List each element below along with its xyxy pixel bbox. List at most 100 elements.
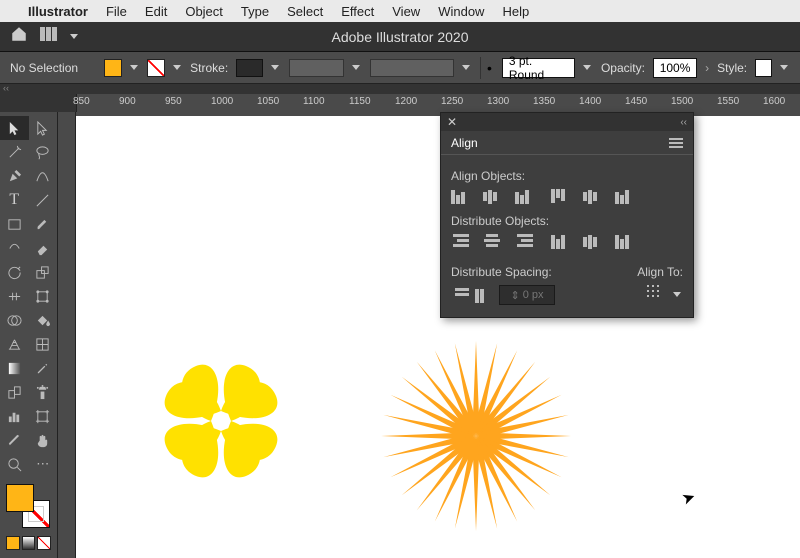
zoom-tool[interactable] [0,452,29,476]
menu-effect[interactable]: Effect [341,4,374,19]
none-mode[interactable] [37,536,51,550]
shaper-tool[interactable] [0,236,29,260]
spacing-value-field[interactable]: ⇕0 px [499,285,555,305]
free-transform-tool[interactable] [29,284,58,308]
gradient-tool[interactable] [0,356,29,380]
graphic-style-dd[interactable] [780,63,790,73]
menu-object[interactable]: Object [185,4,223,19]
align-to-icon[interactable] [647,285,667,305]
symbol-sprayer-tool[interactable] [29,380,58,404]
eyedropper-tool[interactable] [29,356,58,380]
scale-tool[interactable] [29,260,58,284]
vertical-ruler[interactable] [58,112,76,558]
fill-stroke-indicator[interactable] [0,482,57,532]
curvature-tool[interactable] [29,164,58,188]
magic-wand-tool[interactable] [0,140,29,164]
align-to-dropdown[interactable] [673,290,683,300]
menu-app[interactable]: Illustrator [28,4,88,19]
lasso-tool[interactable] [29,140,58,164]
separator [480,57,481,79]
stroke-profile-dd[interactable] [352,63,362,73]
menu-edit[interactable]: Edit [145,4,167,19]
align-objects-label: Align Objects: [451,169,683,183]
slice-tool[interactable] [0,428,29,452]
fill-indicator[interactable] [6,484,34,512]
width-tool[interactable] [0,284,29,308]
dist-bottom-icon[interactable] [515,234,533,249]
shape-builder-tool[interactable] [0,308,29,332]
hand-tool[interactable] [29,428,58,452]
menu-type[interactable]: Type [241,4,269,19]
align-top-icon[interactable] [551,189,569,204]
rectangle-tool[interactable] [0,212,29,236]
blend-tool[interactable] [0,380,29,404]
align-right-icon[interactable] [515,189,533,204]
panel-title[interactable]: Align [451,136,478,150]
opacity-more[interactable]: › [705,61,709,75]
perspective-grid-tool[interactable] [0,332,29,356]
hearts-shape[interactable] [116,316,326,526]
opacity-field[interactable]: 100% [653,58,697,78]
starburst-shape[interactable] [376,336,576,536]
align-hcenter-icon[interactable] [483,189,501,204]
selection-status: No Selection [10,61,96,75]
stroke-weight-field[interactable] [236,59,263,77]
brush-dd[interactable] [462,63,472,73]
pen-tool[interactable] [0,164,29,188]
graphic-style-swatch[interactable] [755,59,772,77]
color-mode[interactable] [6,536,20,550]
mesh-tool[interactable] [29,332,58,356]
panel-close-icon[interactable]: ✕ [447,115,457,129]
align-bottom-icon[interactable] [615,189,633,204]
stroke-weight-dd[interactable] [271,63,281,73]
tab-strip: ‹‹ [0,84,800,94]
dist-right-icon[interactable] [615,234,633,249]
live-paint-tool[interactable] [29,308,58,332]
control-bar: No Selection Stroke: • 3 pt. Round Opaci… [0,52,800,84]
menu-file[interactable]: File [106,4,127,19]
width-profile-label: 3 pt. Round [509,54,568,82]
horizontal-ruler[interactable]: 8509009501000105011001150120012501300135… [76,94,800,112]
home-icon[interactable] [10,25,28,48]
edit-toolbar[interactable]: ⋯ [29,452,58,476]
align-panel[interactable]: ✕ ‹‹ Align Align Objects: Distribute Obj… [440,112,694,318]
fill-swatch[interactable] [104,59,121,77]
menu-window[interactable]: Window [438,4,484,19]
type-tool[interactable]: T [0,188,29,212]
direct-selection-tool[interactable] [29,116,58,140]
tab-collapse-icon[interactable]: ‹‹ [3,83,9,93]
dist-hcenter-icon[interactable] [583,234,601,249]
mac-menu-bar: Illustrator File Edit Object Type Select… [0,0,800,22]
stroke-dropdown[interactable] [173,63,183,73]
selection-tool[interactable] [0,116,29,140]
menu-view[interactable]: View [392,4,420,19]
panel-collapse-icon[interactable]: ‹‹ [680,117,687,128]
eraser-tool[interactable] [29,236,58,260]
distribute-spacing-label: Distribute Spacing: [451,265,552,279]
paintbrush-tool[interactable] [29,212,58,236]
column-graph-tool[interactable] [0,404,29,428]
width-profile[interactable]: 3 pt. Round [502,58,575,78]
stroke-swatch[interactable] [147,59,164,77]
align-left-icon[interactable] [451,189,469,204]
arrange-docs-dropdown[interactable] [70,32,80,42]
dist-vcenter-icon[interactable] [483,234,501,249]
arrange-docs-icon[interactable] [40,27,58,46]
line-tool[interactable] [29,188,58,212]
dist-vspace-icon[interactable] [451,288,469,303]
rotate-tool[interactable] [0,260,29,284]
stroke-profile[interactable] [289,59,345,77]
menu-help[interactable]: Help [502,4,529,19]
gradient-mode[interactable] [22,536,36,550]
width-profile-dd[interactable] [583,63,593,73]
fill-dropdown[interactable] [130,63,140,73]
dist-left-icon[interactable] [551,234,569,249]
dist-top-icon[interactable] [451,234,469,249]
opacity-label: Opacity: [601,61,645,75]
artboard-tool[interactable] [29,404,58,428]
dist-hspace-icon[interactable] [475,288,493,303]
menu-select[interactable]: Select [287,4,323,19]
panel-menu-icon[interactable] [669,138,683,148]
brush-definition[interactable] [370,59,454,77]
align-vcenter-icon[interactable] [583,189,601,204]
